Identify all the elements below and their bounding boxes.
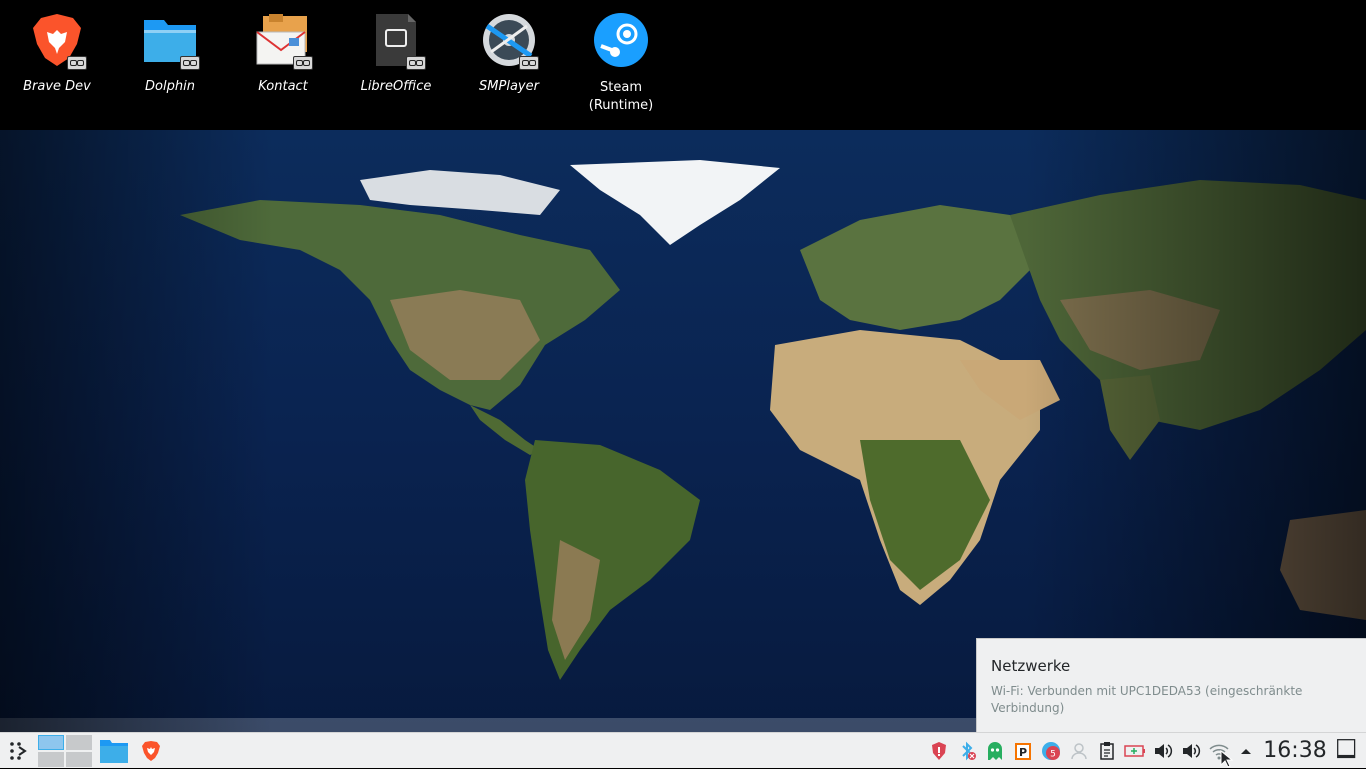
link-badge-icon	[519, 56, 539, 70]
desktop[interactable]: Brave Dev Dolphin Kontact LibreOffice SM…	[0, 0, 1366, 732]
steam-icon	[593, 12, 649, 68]
digital-clock[interactable]: 16:38	[1262, 733, 1328, 769]
tray-security-shield-icon[interactable]	[928, 740, 950, 762]
desktop-icon-steam[interactable]: Steam (Runtime)	[566, 8, 676, 115]
tray-clipboard-p-icon[interactable]: P	[1012, 740, 1034, 762]
tray-audio-output-icon[interactable]	[1180, 740, 1202, 762]
pager-desktop-4[interactable]	[66, 752, 92, 767]
show-desktop-button[interactable]	[1336, 738, 1362, 764]
launcher-icon	[10, 742, 27, 760]
network-notification[interactable]: Netzwerke Wi-Fi: Verbunden mit UPC1DEDA5…	[976, 638, 1366, 732]
tray-bluetooth-icon[interactable]	[956, 740, 978, 762]
link-badge-icon	[293, 56, 313, 70]
desktop-icon-label: Dolphin	[145, 79, 195, 94]
desktop-icon-kontact[interactable]: Kontact	[228, 8, 338, 96]
tray-clipboard-icon[interactable]	[1096, 740, 1118, 762]
desktop-icon-label: Steam (Runtime)	[588, 80, 654, 113]
desktop-icon-libreoffice[interactable]: LibreOffice	[341, 8, 451, 96]
show-desktop-icon	[1337, 739, 1356, 759]
link-badge-icon	[180, 56, 200, 70]
tray-volume-icon[interactable]	[1152, 740, 1174, 762]
desktop-icon-smplayer[interactable]: SMPlayer	[454, 8, 564, 96]
tray-battery-icon[interactable]	[1124, 740, 1146, 762]
kontact-icon	[255, 12, 313, 70]
tray-badge-count: 5	[1050, 750, 1056, 760]
pager-desktop-1[interactable]	[38, 735, 64, 750]
world-map-wallpaper	[0, 0, 1366, 732]
desktop-icon-label: Brave Dev	[23, 79, 91, 94]
tray-notification-count-icon[interactable]: 5	[1040, 740, 1062, 762]
brave-icon	[29, 12, 87, 70]
taskbar-brave-launcher[interactable]	[136, 733, 166, 769]
tray-expand-arrow-icon[interactable]	[1235, 740, 1257, 762]
notification-title: Netzwerke	[991, 657, 1071, 675]
notification-body: Wi-Fi: Verbunden mit UPC1DEDA53 (eingesc…	[991, 684, 1303, 715]
taskbar-dolphin-launcher[interactable]	[96, 733, 132, 769]
tray-ghost-app-icon[interactable]	[984, 740, 1006, 762]
folder-icon	[100, 740, 128, 763]
pager-desktop-2[interactable]	[66, 735, 92, 750]
tray-user-icon[interactable]	[1068, 740, 1090, 762]
desktop-icon-label: SMPlayer	[479, 79, 539, 94]
link-badge-icon	[406, 56, 426, 70]
mouse-cursor-icon	[1220, 750, 1234, 768]
pager-desktop-3[interactable]	[38, 752, 64, 767]
application-launcher-button[interactable]	[2, 733, 36, 769]
folder-icon	[142, 12, 200, 70]
desktop-icon-label: LibreOffice	[360, 79, 432, 94]
svg-text:P: P	[1019, 746, 1027, 759]
link-badge-icon	[67, 56, 87, 70]
desktop-icon-label: Kontact	[258, 79, 308, 94]
desktop-icon-dolphin[interactable]: Dolphin	[115, 8, 225, 96]
smplayer-icon	[481, 12, 539, 70]
brave-icon	[142, 741, 160, 761]
libreoffice-icon	[368, 12, 426, 70]
desktop-icon-brave-dev[interactable]: Brave Dev	[2, 8, 112, 96]
taskbar-panel: P 5 16:38	[0, 732, 1366, 768]
virtual-desktop-pager[interactable]	[38, 735, 92, 767]
